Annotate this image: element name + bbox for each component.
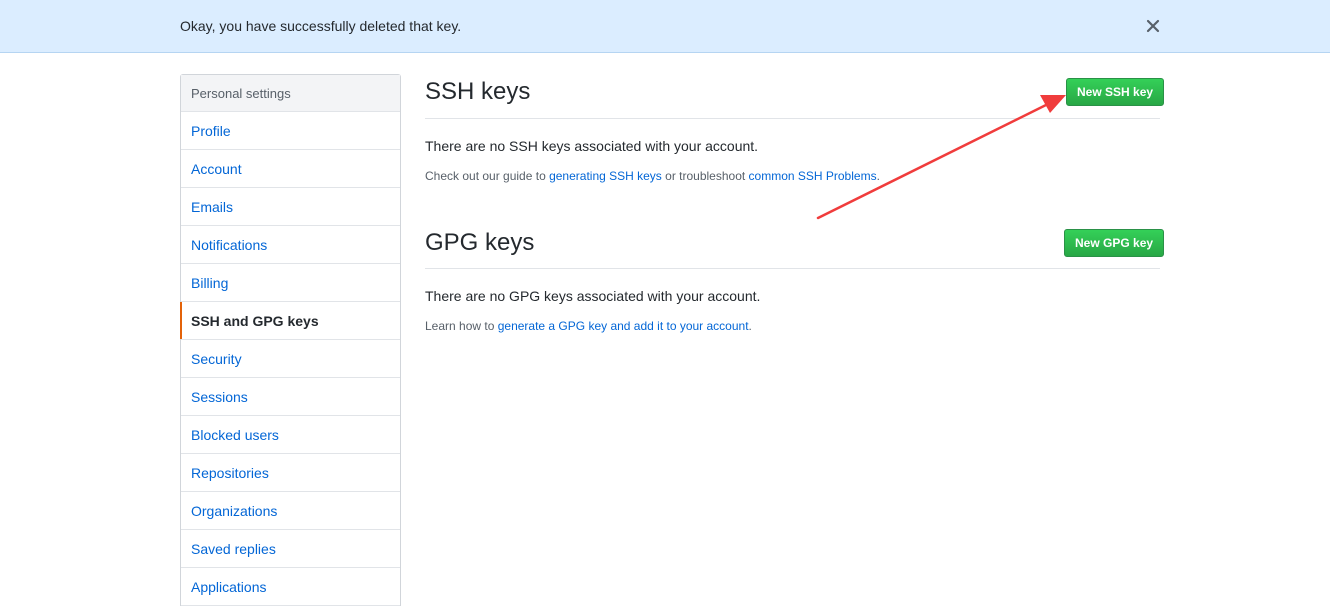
sidebar-item-security[interactable]: Security [181, 340, 400, 378]
sidebar-item-emails[interactable]: Emails [181, 188, 400, 226]
ssh-keys-title: SSH keys [425, 78, 531, 105]
gpg-help-text: Learn how to generate a GPG key and add … [425, 319, 752, 333]
ssh-help-prefix: Check out our guide to [425, 169, 550, 183]
new-gpg-key-button[interactable]: New GPG key [1064, 229, 1165, 257]
gpg-keys-title: GPG keys [425, 229, 535, 256]
flash-banner: Okay, you have successfully deleted that… [0, 0, 1330, 53]
sidebar-item-billing[interactable]: Billing [181, 264, 400, 302]
sidebar-item-saved-replies[interactable]: Saved replies [181, 530, 400, 568]
gpg-section-divider [425, 268, 1160, 269]
new-ssh-key-button[interactable]: New SSH key [1066, 78, 1165, 106]
ssh-section-divider [425, 118, 1160, 119]
settings-sidebar: Personal settings Profile Account Emails… [180, 74, 401, 606]
gpg-blank-message: There are no GPG keys associated with yo… [425, 288, 761, 304]
sidebar-item-organizations[interactable]: Organizations [181, 492, 400, 530]
ssh-blank-message: There are no SSH keys associated with yo… [425, 138, 759, 154]
sidebar-item-profile[interactable]: Profile [181, 112, 400, 150]
gpg-help-suffix: . [748, 319, 752, 333]
sidebar-header: Personal settings [181, 75, 400, 112]
ssh-help-middle: or troubleshoot [661, 169, 749, 183]
close-icon[interactable] [1146, 19, 1160, 33]
sidebar-item-repositories[interactable]: Repositories [181, 454, 400, 492]
sidebar-item-applications[interactable]: Applications [181, 568, 400, 606]
sidebar-item-notifications[interactable]: Notifications [181, 226, 400, 264]
sidebar-item-blocked-users[interactable]: Blocked users [181, 416, 400, 454]
ssh-help-suffix: . [876, 169, 880, 183]
generate-gpg-key-link[interactable]: generate a GPG key and add it to your ac… [498, 319, 749, 333]
sidebar-item-ssh-gpg-keys[interactable]: SSH and GPG keys [180, 302, 400, 340]
common-ssh-problems-link[interactable]: common SSH Problems [749, 169, 877, 183]
flash-message: Okay, you have successfully deleted that… [180, 18, 462, 34]
sidebar-item-sessions[interactable]: Sessions [181, 378, 400, 416]
gpg-help-prefix: Learn how to [425, 319, 498, 333]
ssh-help-text: Check out our guide to generating SSH ke… [425, 169, 880, 183]
sidebar-item-account[interactable]: Account [181, 150, 400, 188]
generating-ssh-keys-link[interactable]: generating SSH keys [549, 169, 662, 183]
